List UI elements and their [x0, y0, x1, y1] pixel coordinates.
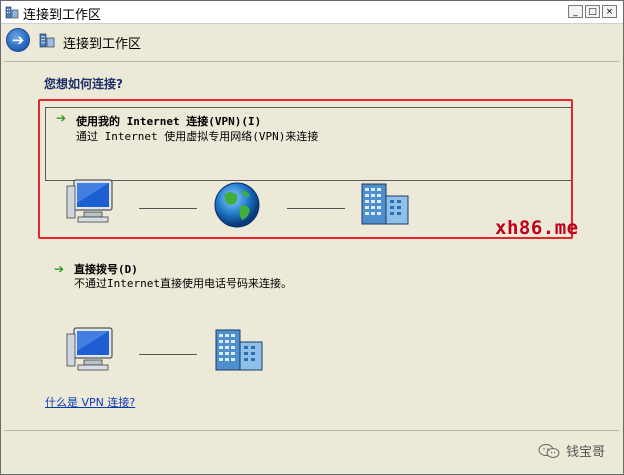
back-arrow-icon: ➔	[11, 31, 25, 49]
title-bar: 连接到工作区 _ □ ×	[1, 1, 623, 24]
minimize-button[interactable]: _	[568, 5, 583, 18]
page-title: 连接到工作区	[63, 37, 142, 52]
vpn-help-link[interactable]: 什么是 VPN 连接?	[45, 394, 135, 410]
connect-question: 您想如何连接?	[44, 77, 123, 91]
highlight-rectangle	[38, 99, 573, 239]
building-icon	[215, 329, 263, 371]
connector-line	[139, 354, 197, 355]
network-icon	[5, 6, 19, 19]
wechat-icon	[538, 443, 560, 458]
footer-watermark-text: 钱宝哥	[565, 445, 605, 460]
dialup-option-description: 不通过Internet直接使用电话号码来连接。	[74, 277, 292, 290]
workplace-network-icon	[39, 33, 55, 48]
maximize-button[interactable]: □	[585, 5, 600, 18]
back-button[interactable]: ➔	[6, 28, 30, 52]
dialog-window: 连接到工作区 _ □ × ➔ 连接到工作区 您想如何连接? ➔ 使用我的 Int…	[0, 0, 624, 475]
window-title: 连接到工作区	[23, 8, 102, 23]
close-button[interactable]: ×	[602, 5, 617, 18]
footer-watermark: 钱宝哥	[538, 441, 605, 460]
green-arrow-icon: ➔	[54, 262, 65, 276]
watermark-text: xh86.me	[495, 217, 579, 239]
computer-icon	[66, 327, 113, 371]
navigation-bar: ➔ 连接到工作区	[1, 24, 623, 58]
